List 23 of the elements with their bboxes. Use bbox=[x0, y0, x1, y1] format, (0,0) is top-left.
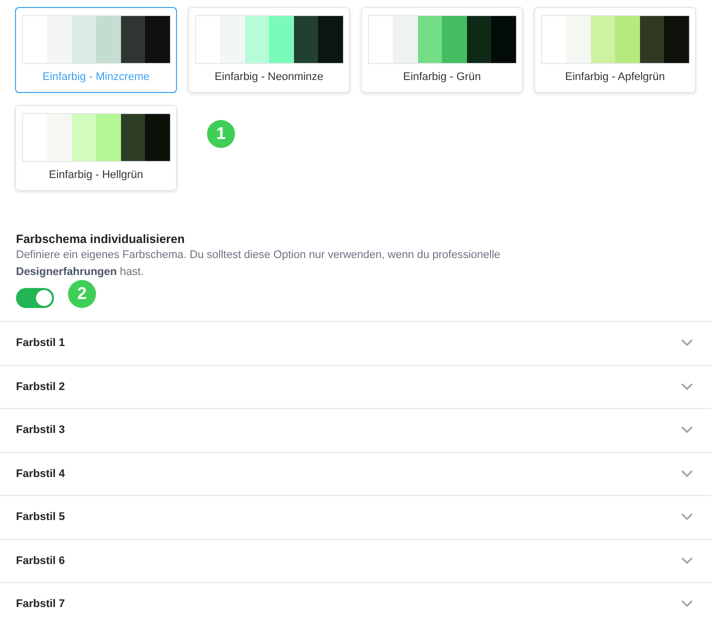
theme-card[interactable]: Einfarbig - Apfelgrün bbox=[534, 7, 696, 93]
section-description: Definiere ein eigenes Farbschema. Du solltest diese Option nur verwenden, wenn du professionelle Designerfahrungen hast. bbox=[16, 248, 502, 280]
chevron-down-icon bbox=[681, 600, 693, 608]
theme-card[interactable]: Einfarbig - Neonminze bbox=[188, 7, 350, 93]
accordion-header[interactable]: Farbstil 6 bbox=[0, 538, 711, 582]
step-badge: 1 bbox=[207, 120, 235, 148]
chevron-down-icon bbox=[681, 556, 693, 565]
chevron-down-icon bbox=[681, 382, 693, 391]
theme-card[interactable]: Einfarbig - Grün bbox=[361, 7, 523, 93]
toggle-switch[interactable] bbox=[16, 288, 54, 308]
chevron-down-icon bbox=[681, 426, 693, 434]
accordion-header[interactable]: Farbstil 1 bbox=[0, 321, 711, 364]
accordion-header[interactable]: Farbstil 3 bbox=[0, 408, 711, 452]
accordion-header[interactable]: Farbstil 7 bbox=[0, 582, 711, 623]
chevron-down-icon bbox=[681, 470, 693, 478]
accordion-header[interactable]: Farbstil 4 bbox=[0, 452, 711, 495]
chevron-down-icon bbox=[681, 339, 693, 348]
step-badge: 2 bbox=[68, 280, 96, 308]
accordion-header[interactable]: Farbstil 2 bbox=[0, 364, 711, 408]
chevron-down-icon bbox=[681, 513, 693, 522]
accordion-header[interactable]: Farbstil 5 bbox=[0, 495, 711, 538]
section-title: Farbschema individualisieren bbox=[16, 231, 186, 247]
theme-card[interactable]: Einfarbig - Hellgrün bbox=[15, 105, 177, 191]
